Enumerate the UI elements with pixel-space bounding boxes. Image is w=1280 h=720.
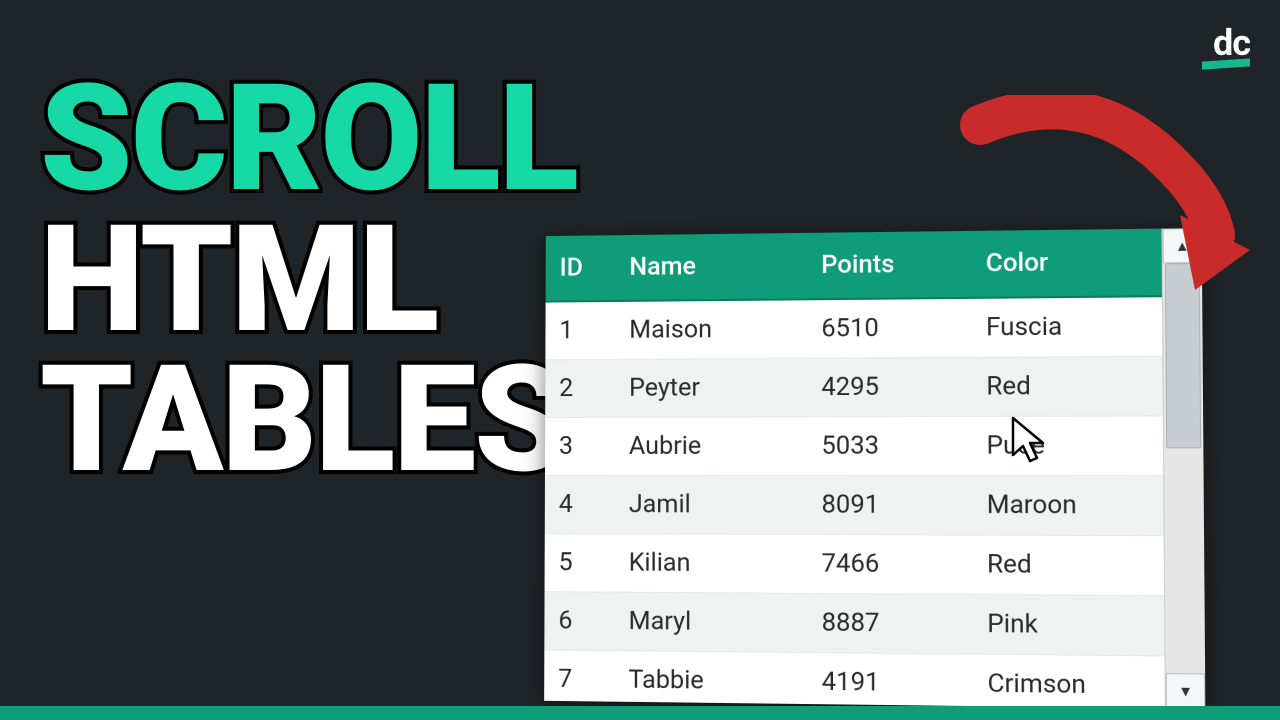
scroll-up-button[interactable]: ▲	[1163, 228, 1202, 263]
data-table-container: ID Name Points Color 1Maison6510Fuscia2P…	[544, 228, 1205, 709]
brand-underline	[1202, 58, 1250, 69]
col-header-points: Points	[807, 231, 972, 299]
cell-points: 5033	[807, 416, 972, 475]
headline-line-3: TABLES	[40, 351, 577, 492]
cell-points: 4295	[807, 357, 972, 417]
scrollbar[interactable]: ▲ ▼	[1161, 228, 1205, 709]
scroll-track[interactable]	[1163, 263, 1205, 673]
cell-id: 2	[545, 359, 615, 417]
cell-color: Red	[972, 535, 1164, 596]
cell-id: 6	[544, 592, 614, 651]
cell-color: Red	[972, 356, 1163, 416]
scroll-down-button[interactable]: ▼	[1166, 673, 1206, 709]
cell-color: Maroon	[972, 476, 1164, 536]
cell-color: Puce	[972, 416, 1163, 476]
cell-id: 3	[545, 417, 615, 475]
cell-points: 8887	[807, 593, 973, 654]
table-row: 4Jamil8091Maroon	[545, 475, 1164, 535]
cell-color: Crimson	[973, 654, 1165, 708]
cell-name: Kilian	[615, 534, 808, 594]
table-row: 5Kilian7466Red	[545, 534, 1165, 596]
cell-id: 7	[544, 650, 614, 708]
cell-id: 5	[545, 534, 615, 593]
cell-points: 7466	[807, 534, 972, 594]
data-table: ID Name Points Color 1Maison6510Fuscia2P…	[544, 229, 1165, 709]
cell-name: Peyter	[615, 358, 807, 417]
headline-line-2: HTML	[40, 211, 577, 352]
cell-name: Aubrie	[615, 417, 807, 476]
table-row: 1Maison6510Fuscia	[545, 296, 1162, 360]
cell-name: Jamil	[615, 476, 807, 535]
cell-name: Maison	[615, 299, 807, 359]
col-header-name: Name	[615, 233, 807, 301]
col-header-id: ID	[546, 235, 616, 301]
cell-color: Fuscia	[971, 296, 1162, 357]
col-header-color: Color	[971, 229, 1162, 298]
cell-id: 1	[545, 301, 615, 360]
scroll-thumb[interactable]	[1165, 263, 1201, 448]
table-row: 3Aubrie5033Puce	[545, 416, 1163, 476]
cell-color: Pink	[973, 594, 1165, 655]
table-row: 7Tabbie4191Crimson	[544, 650, 1165, 708]
table-row: 6Maryl8887Pink	[544, 592, 1164, 656]
cell-name: Maryl	[614, 592, 807, 652]
bottom-accent-bar	[0, 706, 1280, 720]
table-header-row: ID Name Points Color	[546, 229, 1162, 302]
cell-name: Tabbie	[614, 651, 807, 709]
table-row: 2Peyter4295Red	[545, 356, 1163, 417]
headline: SCROLL HTML TABLES	[40, 70, 577, 492]
headline-line-1: SCROLL	[40, 70, 577, 211]
cell-points: 6510	[807, 298, 972, 358]
cell-id: 4	[545, 475, 615, 533]
cell-points: 8091	[807, 476, 972, 535]
cell-points: 4191	[807, 652, 973, 708]
